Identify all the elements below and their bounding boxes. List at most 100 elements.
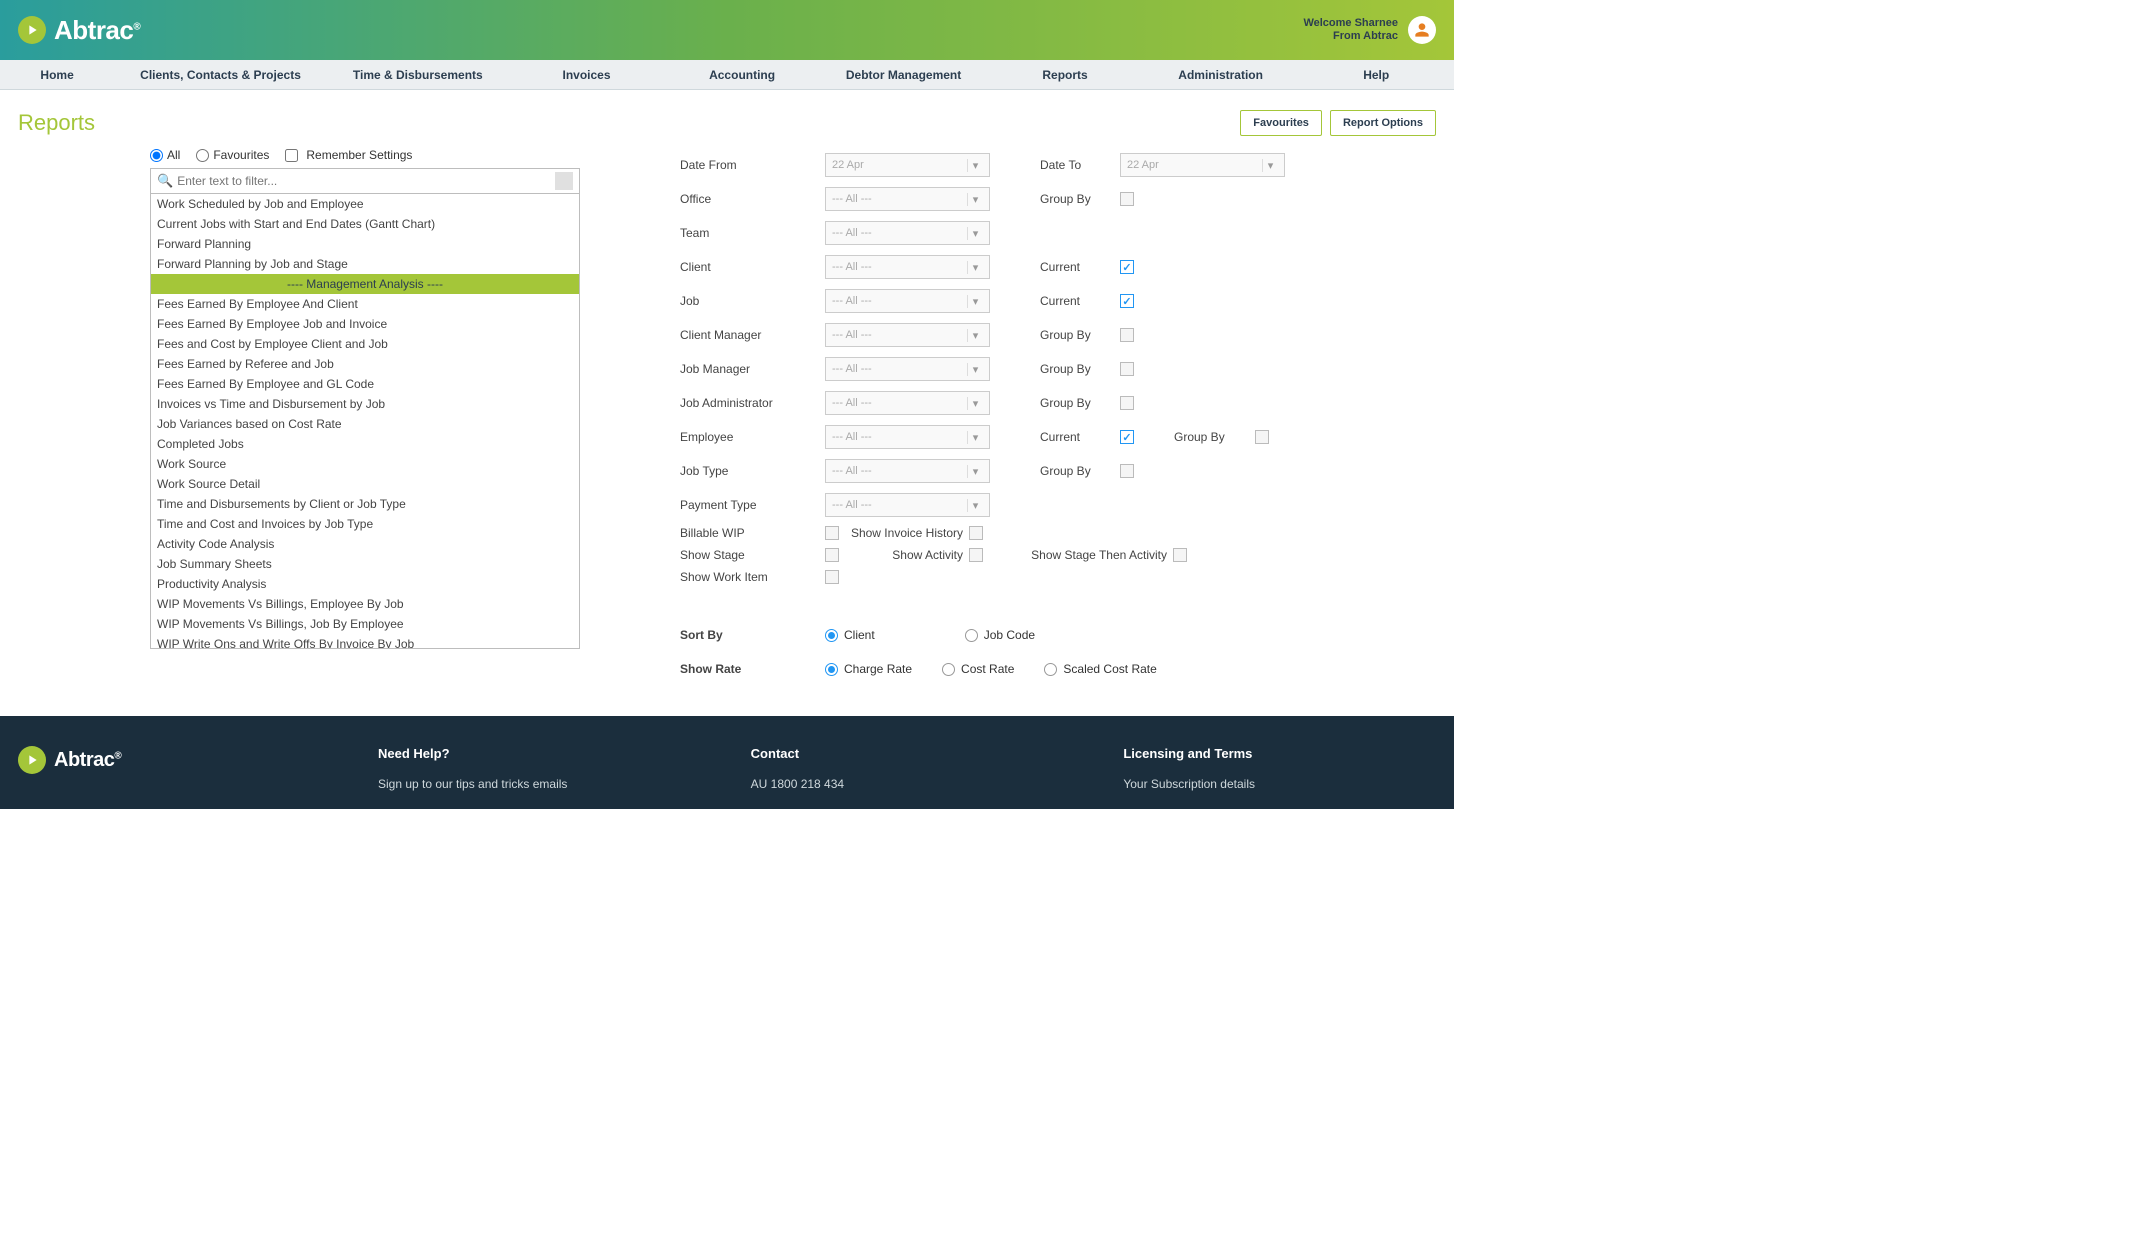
select-office[interactable]: --- All ---▾ (825, 187, 990, 211)
list-item[interactable]: Fees Earned By Employee and GL Code (151, 374, 579, 394)
report-list-panel: All Favourites Remember Settings 🔍 Work … (150, 148, 580, 686)
clear-icon[interactable] (555, 172, 573, 190)
list-item[interactable]: Work Source (151, 454, 579, 474)
list-item[interactable]: Fees Earned By Employee Job and Invoice (151, 314, 579, 334)
label-date-to: Date To (990, 158, 1120, 172)
play-icon (18, 746, 46, 774)
nav-time[interactable]: Time & Disbursements (327, 68, 509, 82)
label-sort-by: Sort By (680, 628, 825, 642)
checkbox-office-groupby[interactable] (1120, 192, 1134, 206)
list-item[interactable]: Fees and Cost by Employee Client and Job (151, 334, 579, 354)
footer-tips-link[interactable]: Sign up to our tips and tricks emails (378, 777, 691, 791)
list-item[interactable]: Productivity Analysis (151, 574, 579, 594)
nav-clients[interactable]: Clients, Contacts & Projects (114, 68, 327, 82)
radio-scaled-cost-rate[interactable]: Scaled Cost Rate (1044, 662, 1156, 676)
footer-logo[interactable]: Abtrac® (18, 746, 318, 774)
select-date-to[interactable]: 22 Apr▾ (1120, 153, 1285, 177)
list-item[interactable]: Work Scheduled by Job and Employee (151, 194, 579, 214)
footer: Abtrac® Need Help? Sign up to our tips a… (0, 716, 1454, 809)
list-item[interactable]: Work Source Detail (151, 474, 579, 494)
label-show-stage: Show Stage (680, 548, 825, 562)
list-item[interactable]: Current Jobs with Start and End Dates (G… (151, 214, 579, 234)
list-item[interactable]: Fees Earned By Employee And Client (151, 294, 579, 314)
label-client: Client (680, 260, 825, 274)
list-item[interactable]: Invoices vs Time and Disbursement by Job (151, 394, 579, 414)
app-header: Abtrac® Welcome Sharnee From Abtrac (0, 0, 1454, 60)
checkbox-job-mgr-groupby[interactable] (1120, 362, 1134, 376)
list-item[interactable]: Activity Code Analysis (151, 534, 579, 554)
avatar-icon[interactable] (1408, 16, 1436, 44)
select-job-admin[interactable]: --- All ---▾ (825, 391, 990, 415)
report-list[interactable]: Work Scheduled by Job and EmployeeCurren… (150, 194, 580, 649)
checkbox-show-activity[interactable] (969, 548, 983, 562)
footer-phone-au[interactable]: AU 1800 218 434 (751, 777, 1064, 791)
list-item[interactable]: Time and Cost and Invoices by Job Type (151, 514, 579, 534)
label-show-work-item: Show Work Item (680, 570, 825, 584)
select-payment-type[interactable]: --- All ---▾ (825, 493, 990, 517)
nav-debtor[interactable]: Debtor Management (820, 68, 987, 82)
radio-favourites[interactable]: Favourites (196, 148, 269, 162)
checkbox-show-stage-then-activity[interactable] (1173, 548, 1187, 562)
list-item[interactable]: Time and Disbursements by Client or Job … (151, 494, 579, 514)
list-item[interactable]: Forward Planning (151, 234, 579, 254)
radio-cost-rate[interactable]: Cost Rate (942, 662, 1014, 676)
list-item[interactable]: WIP Movements Vs Billings, Job By Employ… (151, 614, 579, 634)
nav-accounting[interactable]: Accounting (664, 68, 820, 82)
checkbox-show-work-item[interactable] (825, 570, 839, 584)
label-show-rate: Show Rate (680, 662, 825, 676)
select-job-type[interactable]: --- All ---▾ (825, 459, 990, 483)
select-employee[interactable]: --- All ---▾ (825, 425, 990, 449)
label-employee-current: Current (990, 430, 1120, 444)
footer-licensing: Licensing and Terms (1123, 746, 1436, 761)
nav-home[interactable]: Home (0, 68, 114, 82)
checkbox-remember[interactable]: Remember Settings (285, 148, 412, 162)
checkbox-employee-current[interactable] (1120, 430, 1134, 444)
nav-admin[interactable]: Administration (1143, 68, 1299, 82)
select-job[interactable]: --- All ---▾ (825, 289, 990, 313)
label-show-stage-then-activity: Show Stage Then Activity (983, 548, 1173, 562)
list-item[interactable]: WIP Write Ons and Write Offs By Invoice … (151, 634, 579, 649)
footer-need-help: Need Help? (378, 746, 691, 761)
checkbox-job-admin-groupby[interactable] (1120, 396, 1134, 410)
select-client[interactable]: --- All ---▾ (825, 255, 990, 279)
radio-sort-client[interactable]: Client (825, 628, 875, 642)
welcome-block: Welcome Sharnee From Abtrac (1303, 16, 1436, 44)
checkbox-employee-groupby[interactable] (1255, 430, 1269, 444)
select-client-manager[interactable]: --- All ---▾ (825, 323, 990, 347)
checkbox-client-current[interactable] (1120, 260, 1134, 274)
select-job-manager[interactable]: --- All ---▾ (825, 357, 990, 381)
checkbox-show-invoice-history[interactable] (969, 526, 983, 540)
select-date-from[interactable]: 22 Apr▾ (825, 153, 990, 177)
select-team[interactable]: --- All ---▾ (825, 221, 990, 245)
list-item[interactable]: Forward Planning by Job and Stage (151, 254, 579, 274)
list-item[interactable]: Job Summary Sheets (151, 554, 579, 574)
list-item[interactable]: Job Variances based on Cost Rate (151, 414, 579, 434)
label-job-mgr-groupby: Group By (990, 362, 1120, 376)
list-item[interactable]: Completed Jobs (151, 434, 579, 454)
checkbox-client-mgr-groupby[interactable] (1120, 328, 1134, 342)
checkbox-billable-wip[interactable] (825, 526, 839, 540)
nav-invoices[interactable]: Invoices (509, 68, 665, 82)
checkbox-show-stage[interactable] (825, 548, 839, 562)
search-input[interactable] (177, 174, 555, 188)
label-job-type: Job Type (680, 464, 825, 478)
radio-sort-jobcode[interactable]: Job Code (965, 628, 1035, 642)
nav-help[interactable]: Help (1298, 68, 1454, 82)
list-item[interactable]: Fees Earned by Referee and Job (151, 354, 579, 374)
welcome-line1: Welcome Sharnee (1303, 17, 1398, 30)
checkbox-job-current[interactable] (1120, 294, 1134, 308)
footer-contact: Contact (751, 746, 1064, 761)
main-content: All Favourites Remember Settings 🔍 Work … (0, 148, 1454, 716)
label-employee: Employee (680, 430, 825, 444)
search-input-wrap: 🔍 (150, 168, 580, 194)
favourites-button[interactable]: Favourites (1240, 110, 1322, 136)
brand-logo[interactable]: Abtrac® (18, 15, 140, 46)
radio-charge-rate[interactable]: Charge Rate (825, 662, 912, 676)
list-item[interactable]: WIP Movements Vs Billings, Employee By J… (151, 594, 579, 614)
label-client-mgr-groupby: Group By (990, 328, 1120, 342)
radio-all[interactable]: All (150, 148, 180, 162)
footer-subscription-link[interactable]: Your Subscription details (1123, 777, 1436, 791)
report-options-button[interactable]: Report Options (1330, 110, 1436, 136)
nav-reports[interactable]: Reports (987, 68, 1143, 82)
checkbox-job-type-groupby[interactable] (1120, 464, 1134, 478)
